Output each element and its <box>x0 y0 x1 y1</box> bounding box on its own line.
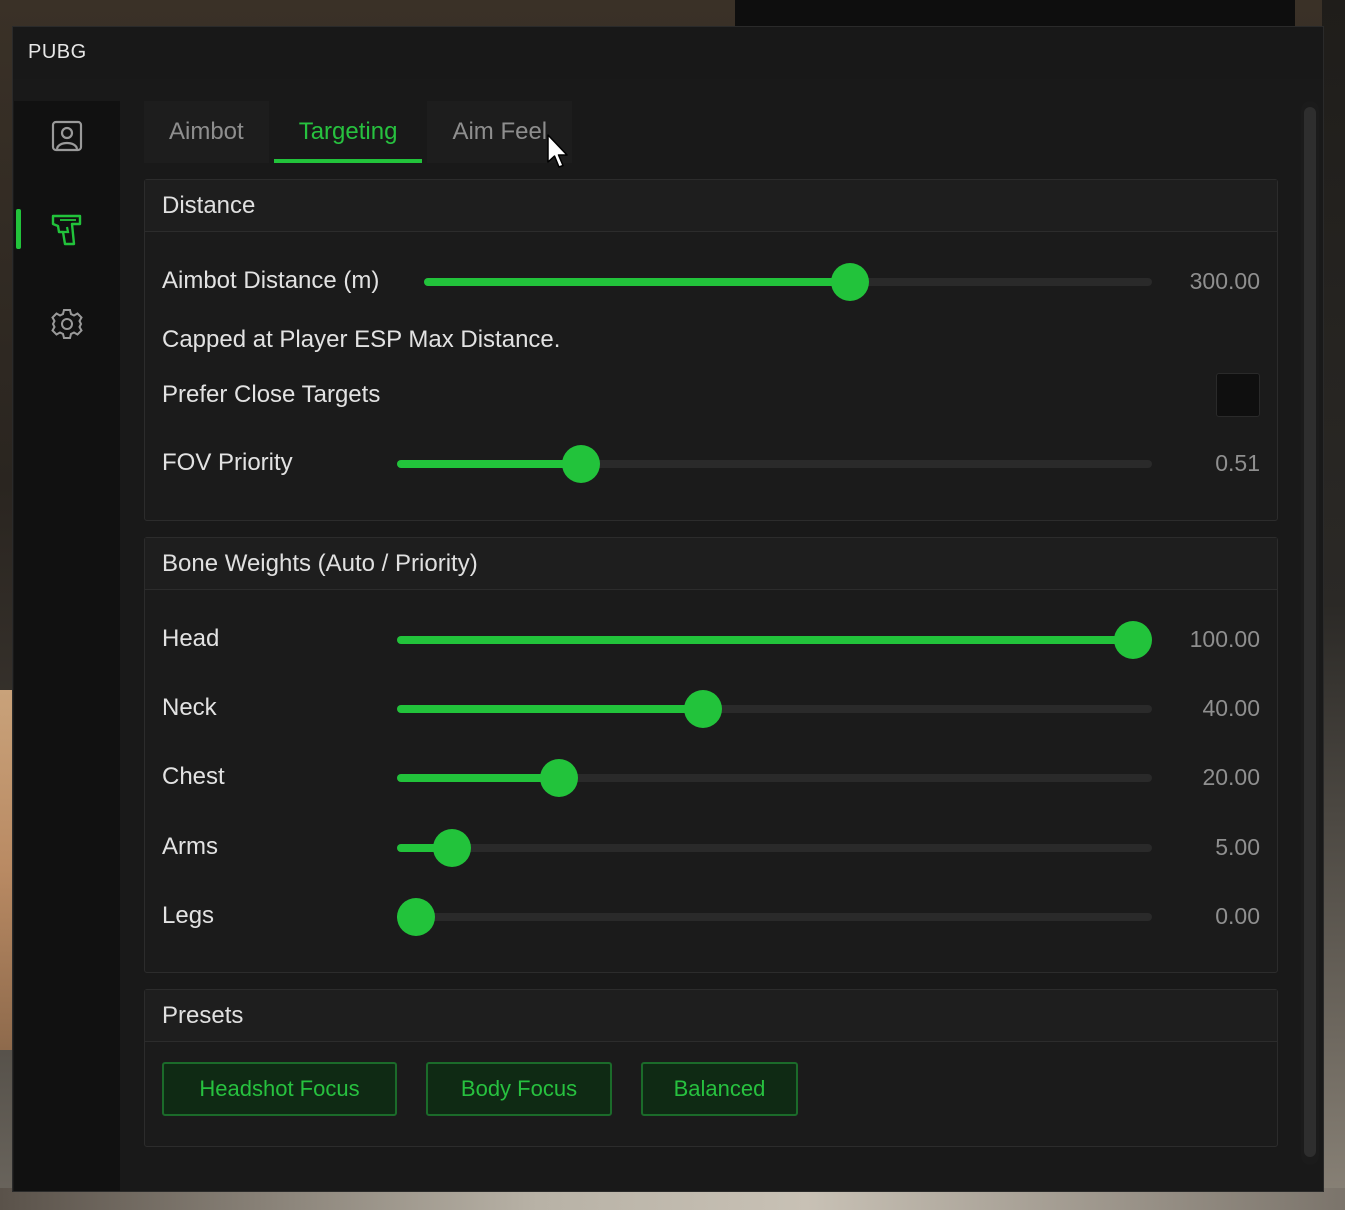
aimbot-distance-label: Aimbot Distance (m) <box>162 267 380 294</box>
fov-priority-label: FOV Priority <box>162 449 293 476</box>
bone-weights-header: Bone Weights (Auto / Priority) <box>145 538 1277 590</box>
bone-value: 20.00 <box>1202 763 1260 790</box>
prefer-close-row: Prefer Close Targets <box>162 370 1260 420</box>
sidebar-item-settings[interactable] <box>14 289 120 359</box>
bone-row-arms: Arms 5.00 <box>162 822 1260 872</box>
fov-priority-value: 0.51 <box>1215 449 1260 476</box>
mouse-cursor-icon <box>547 134 568 168</box>
neck-weight-slider[interactable] <box>397 690 1152 728</box>
background-scene-top <box>735 0 1295 26</box>
background-scene-right <box>1322 0 1345 1210</box>
main-content: Aimbot Targeting Aim Feel Distance Aimbo… <box>144 101 1284 1191</box>
bone-row-neck: Neck 40.00 <box>162 683 1260 733</box>
sidebar <box>14 101 120 1191</box>
aimbot-distance-slider[interactable] <box>424 263 1152 301</box>
sidebar-item-profile[interactable] <box>14 101 120 171</box>
distance-panel-header: Distance <box>145 180 1277 232</box>
slider-handle[interactable] <box>397 898 435 936</box>
bone-label: Neck <box>162 694 217 721</box>
bone-value: 0.00 <box>1215 902 1260 929</box>
scrollbar-thumb[interactable] <box>1304 107 1316 1157</box>
slider-handle[interactable] <box>561 445 600 483</box>
gear-icon <box>51 309 83 339</box>
bone-value: 100.00 <box>1189 625 1260 652</box>
bone-value: 5.00 <box>1215 833 1260 860</box>
distance-panel: Distance Aimbot Distance (m) 300.00 Capp… <box>144 179 1278 521</box>
distance-note-row: Capped at Player ESP Max Distance. <box>162 315 1260 365</box>
preset-body-focus-button[interactable]: Body Focus <box>426 1062 612 1116</box>
head-weight-slider[interactable] <box>397 621 1152 659</box>
window-title: PUBG <box>28 41 87 63</box>
preset-balanced-button[interactable]: Balanced <box>641 1062 798 1116</box>
aimbot-distance-value: 300.00 <box>1189 267 1260 294</box>
tab-bar: Aimbot Targeting Aim Feel <box>144 101 573 163</box>
slider-handle[interactable] <box>1114 621 1152 659</box>
bone-row-head: Head 100.00 <box>162 614 1260 664</box>
bone-value: 40.00 <box>1202 694 1260 721</box>
slider-handle[interactable] <box>683 690 722 728</box>
bone-row-chest: Chest 20.00 <box>162 752 1260 802</box>
preset-headshot-focus-button[interactable]: Headshot Focus <box>162 1062 397 1116</box>
aimbot-distance-row: Aimbot Distance (m) 300.00 <box>162 256 1260 306</box>
bone-label: Chest <box>162 763 225 790</box>
sidebar-item-aim[interactable] <box>14 195 120 265</box>
presets-panel: Presets Headshot Focus Body Focus Balanc… <box>144 989 1278 1147</box>
bone-label: Legs <box>162 902 215 929</box>
bone-label: Head <box>162 625 220 652</box>
bone-row-legs: Legs 0.00 <box>162 891 1260 941</box>
bone-weights-panel: Bone Weights (Auto / Priority) Head 100.… <box>144 537 1278 973</box>
vertical-scrollbar[interactable] <box>1301 101 1319 1165</box>
prefer-close-checkbox[interactable] <box>1216 373 1260 417</box>
slider-handle[interactable] <box>432 829 471 867</box>
prefer-close-label: Prefer Close Targets <box>162 381 381 408</box>
app-window: PUBG Aimbot Targeting Aim Feel Distance … <box>12 26 1324 1192</box>
bone-label: Arms <box>162 833 218 860</box>
gun-icon <box>51 214 82 246</box>
slider-handle[interactable] <box>540 759 579 797</box>
distance-note: Capped at Player ESP Max Distance. <box>162 326 561 353</box>
arms-weight-slider[interactable] <box>397 829 1152 867</box>
tab-targeting[interactable]: Targeting <box>273 101 423 163</box>
fov-priority-slider[interactable] <box>397 445 1152 483</box>
fov-priority-row: FOV Priority 0.51 <box>162 438 1260 488</box>
legs-weight-slider[interactable] <box>397 898 1152 936</box>
presets-header: Presets <box>145 990 1277 1042</box>
slider-handle[interactable] <box>831 263 870 301</box>
tab-aimbot[interactable]: Aimbot <box>144 101 269 163</box>
user-icon <box>51 120 83 152</box>
chest-weight-slider[interactable] <box>397 759 1152 797</box>
title-bar[interactable]: PUBG <box>13 27 1323 79</box>
